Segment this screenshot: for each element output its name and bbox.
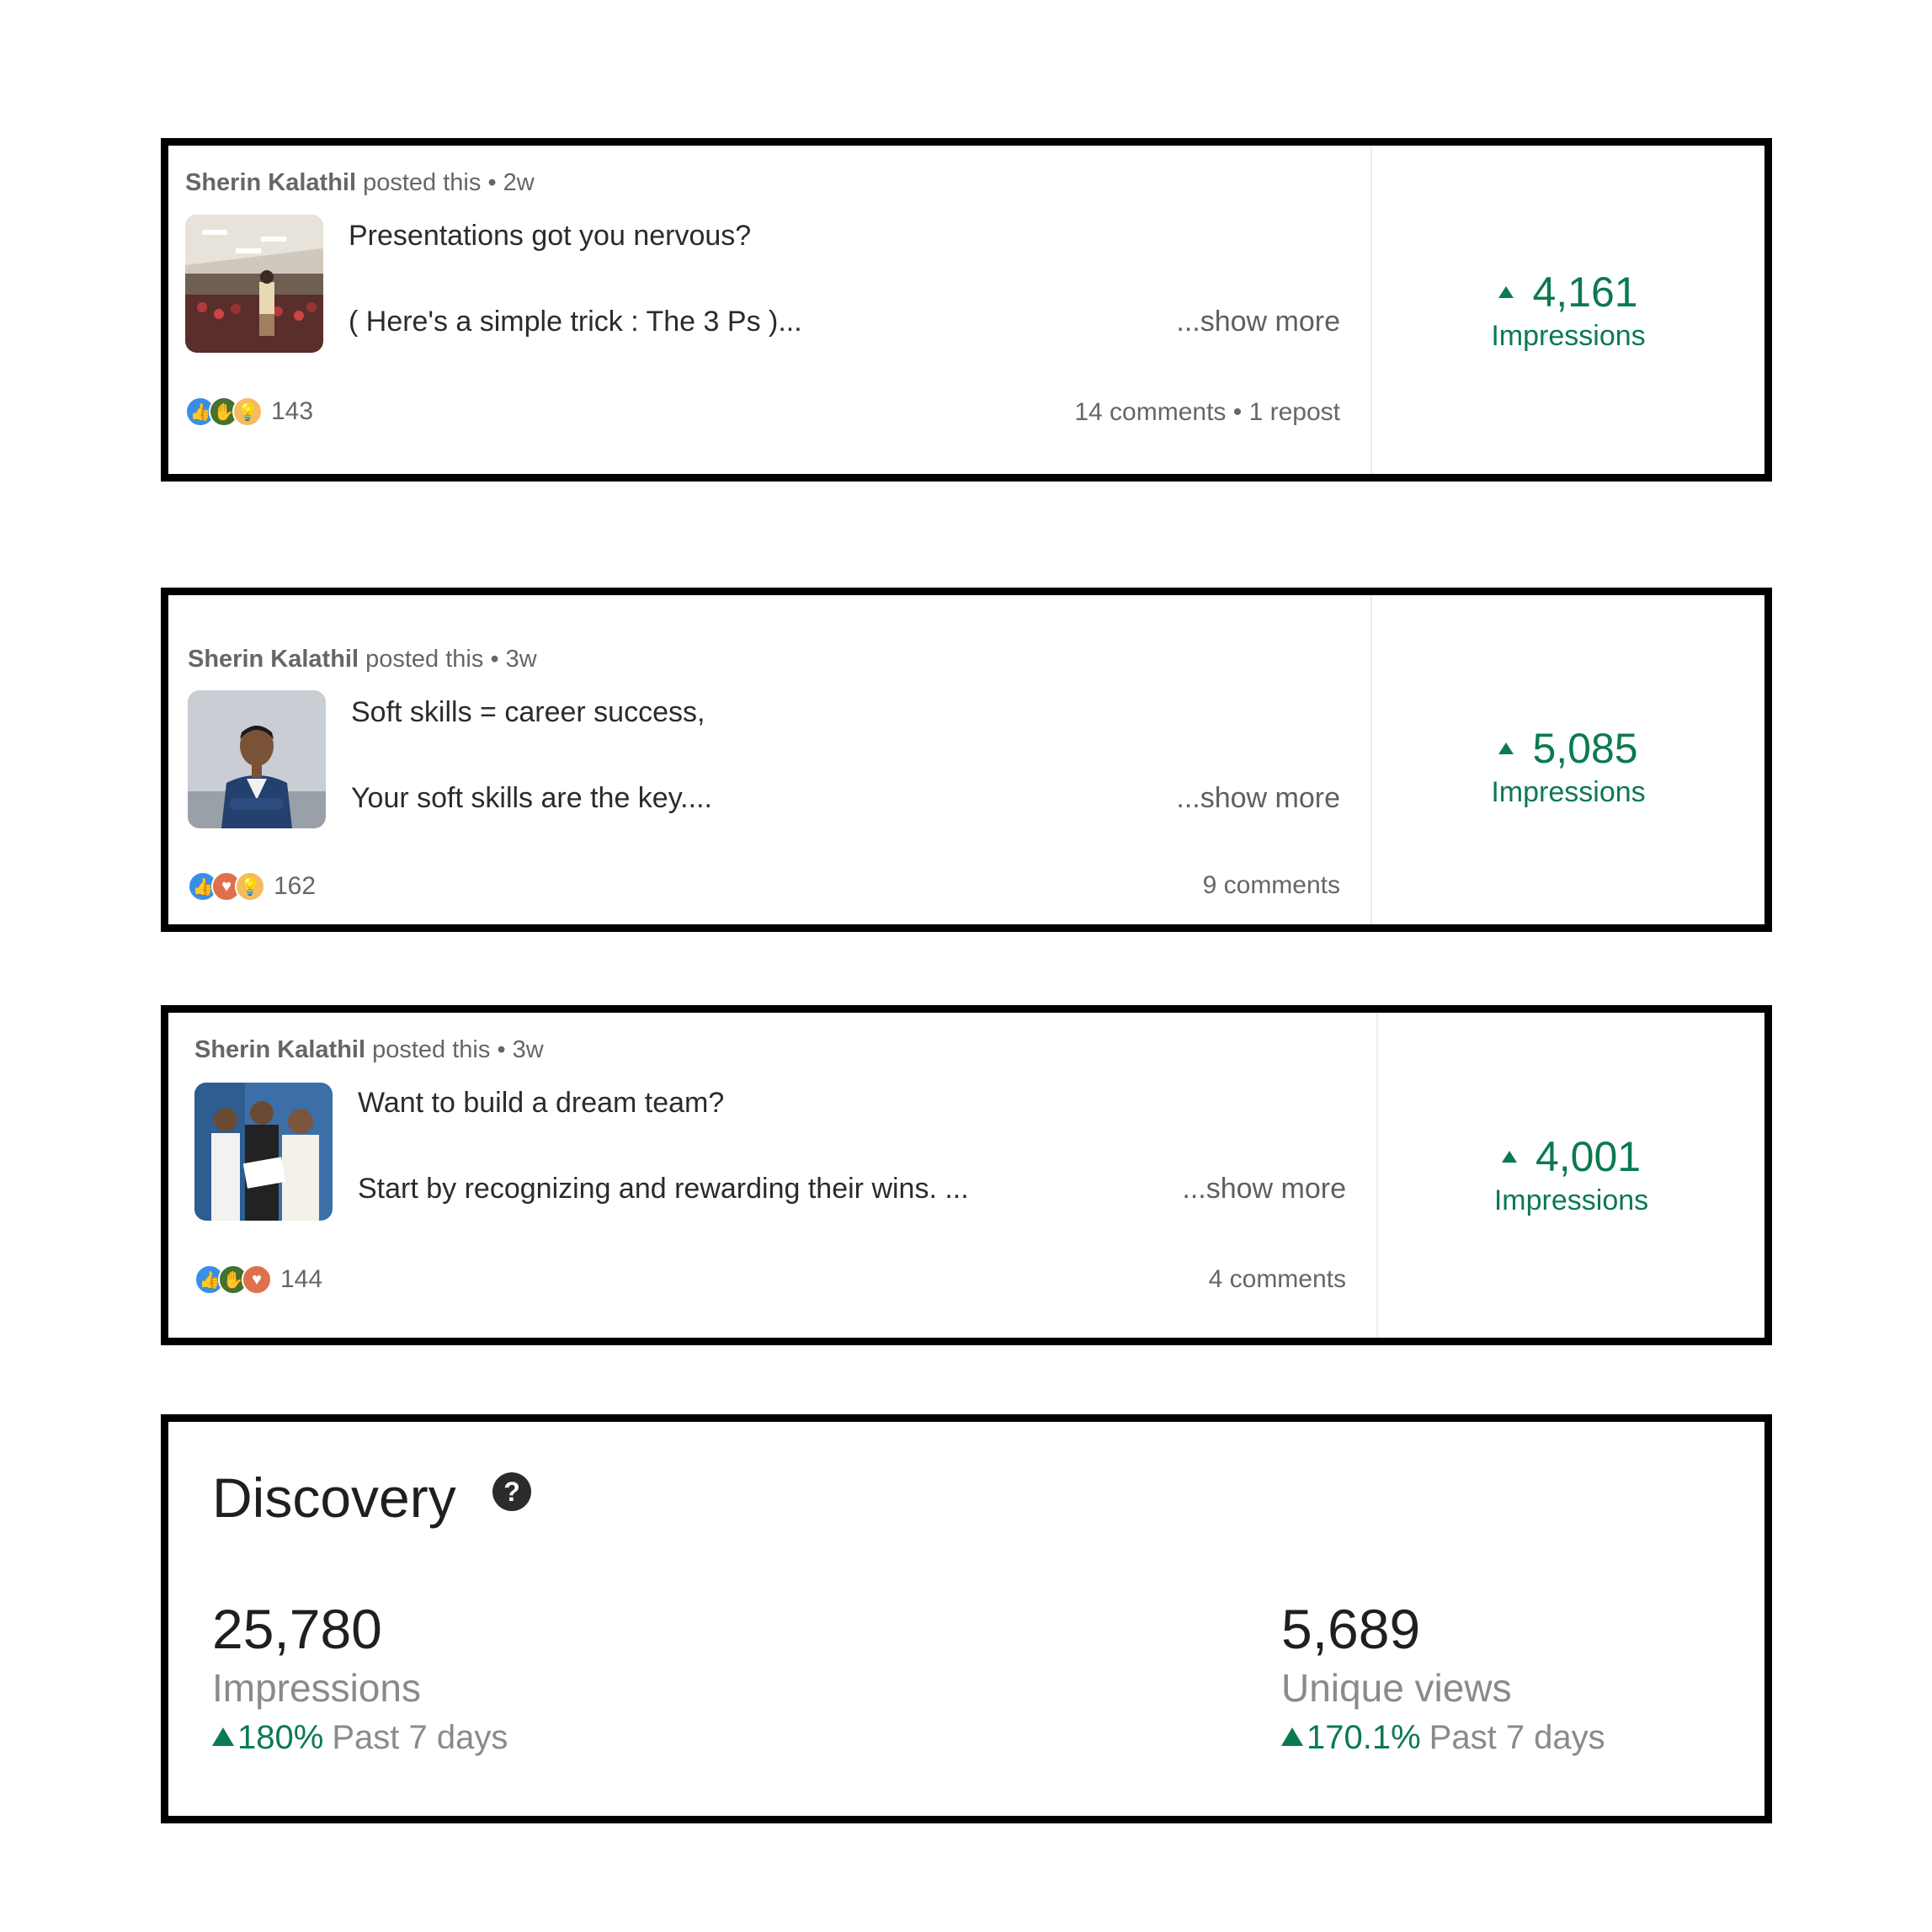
engagement-summary[interactable]: 9 comments: [1203, 871, 1340, 900]
reaction-count: 162: [274, 872, 317, 900]
post-time: 3w: [505, 646, 537, 673]
post-text-line-1: Presentations got you nervous?: [349, 220, 752, 252]
post-thumbnail[interactable]: [194, 1083, 333, 1221]
impressions-change: 180% Past 7 days: [212, 1719, 508, 1757]
trend-up-icon: [1498, 742, 1514, 754]
reaction-count: 143: [271, 397, 314, 425]
post-thumbnail[interactable]: [188, 690, 326, 828]
discovery-card: Discovery ? 25,780 Impressions 180% Past …: [161, 1414, 1772, 1823]
post-card-1[interactable]: Sherin Kalathil posted this • 2w Present…: [161, 138, 1772, 482]
posted-text: posted this: [372, 1036, 491, 1063]
post-thumbnail[interactable]: [185, 215, 323, 353]
impressions-label: Impressions: [212, 1665, 421, 1710]
trend-up-icon: [1281, 1727, 1303, 1746]
impressions-value: 4,001: [1378, 1132, 1764, 1181]
engagement-summary[interactable]: 4 comments: [1209, 1265, 1346, 1294]
post-header: Sherin Kalathil posted this • 2w: [185, 169, 535, 196]
post-card-2[interactable]: Sherin Kalathil posted this • 3w Soft sk…: [161, 588, 1772, 932]
unique-views-metric[interactable]: 5,689 Unique views 170.1% Past 7 days: [1281, 1599, 1605, 1757]
post-card-3[interactable]: Sherin Kalathil posted this • 3w Want to…: [161, 1005, 1772, 1345]
trend-up-icon: [212, 1727, 234, 1746]
post-text-line-2: Start by recognizing and rewarding their…: [358, 1173, 969, 1205]
impressions-metric[interactable]: 25,780 Impressions 180% Past 7 days: [212, 1599, 508, 1757]
author-name[interactable]: Sherin Kalathil: [188, 646, 359, 673]
impressions-label: Impressions: [1493, 1184, 1649, 1216]
post-text-line-1: Soft skills = career success,: [351, 696, 705, 728]
post-text-line-2: Your soft skills are the key....: [351, 782, 712, 814]
reactions-summary[interactable]: 👍 ✋ ♥ 144: [194, 1263, 322, 1296]
impressions-value: 5,085: [1372, 724, 1764, 773]
impressions-label: Impressions: [1491, 776, 1646, 808]
post-time: 3w: [512, 1036, 544, 1063]
author-name[interactable]: Sherin Kalathil: [185, 169, 356, 196]
post-header: Sherin Kalathil posted this • 3w: [194, 1036, 544, 1063]
impressions-label: Impressions: [1491, 320, 1646, 352]
post-summary[interactable]: Sherin Kalathil posted this • 3w Soft sk…: [168, 595, 1372, 924]
help-icon[interactable]: ?: [492, 1472, 531, 1511]
unique-views-change: 170.1% Past 7 days: [1281, 1719, 1605, 1757]
post-text-line-1: Want to build a dream team?: [358, 1087, 725, 1119]
show-more-link[interactable]: ...show more: [1176, 782, 1340, 815]
reaction-count: 144: [280, 1265, 323, 1293]
author-name[interactable]: Sherin Kalathil: [194, 1036, 365, 1063]
post-header: Sherin Kalathil posted this • 3w: [188, 646, 537, 673]
post-summary[interactable]: Sherin Kalathil posted this • 2w Present…: [168, 146, 1372, 474]
posted-text: posted this: [363, 169, 482, 196]
impressions-panel[interactable]: 4,001 Impressions: [1378, 1013, 1764, 1338]
love-icon: ♥: [242, 1264, 272, 1295]
impressions-panel[interactable]: 4,161 Impressions: [1372, 146, 1764, 474]
posted-text: posted this: [365, 646, 484, 673]
insightful-icon: 💡: [232, 397, 263, 427]
trend-up-icon: [1498, 285, 1514, 298]
trend-up-icon: [1501, 1150, 1517, 1163]
impressions-total: 25,780: [212, 1598, 382, 1660]
discovery-title: Discovery: [212, 1466, 456, 1529]
post-text-line-2: ( Here's a simple trick : The 3 Ps )...: [349, 306, 802, 338]
impressions-value: 4,161: [1372, 268, 1764, 317]
post-summary[interactable]: Sherin Kalathil posted this • 3w Want to…: [168, 1013, 1378, 1338]
engagement-summary[interactable]: 14 comments • 1 repost: [1074, 398, 1340, 427]
show-more-link[interactable]: ...show more: [1176, 306, 1340, 338]
post-time: 2w: [503, 169, 535, 196]
reactions-summary[interactable]: 👍 ♥ 💡 162: [188, 870, 316, 903]
reactions-summary[interactable]: 👍 ✋ 💡 143: [185, 395, 313, 428]
unique-views-label: Unique views: [1281, 1665, 1512, 1710]
insightful-icon: 💡: [235, 871, 265, 902]
unique-views-total: 5,689: [1281, 1598, 1421, 1660]
show-more-link[interactable]: ...show more: [1182, 1173, 1346, 1206]
impressions-panel[interactable]: 5,085 Impressions: [1372, 595, 1764, 924]
